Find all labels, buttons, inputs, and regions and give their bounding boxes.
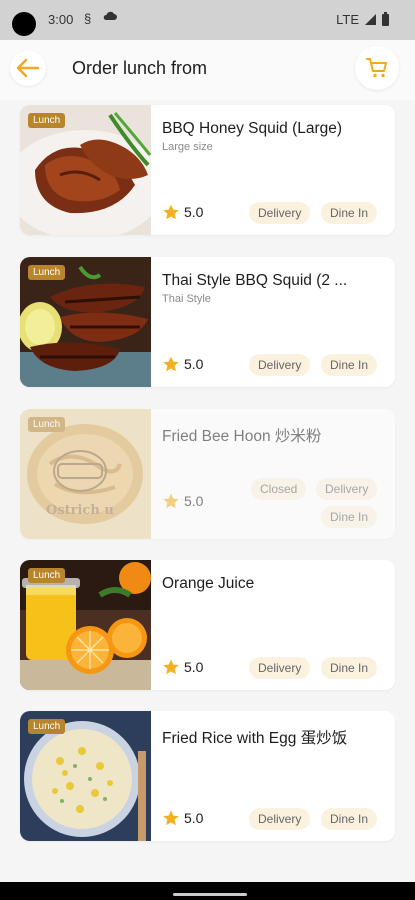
tag-dine-in: Dine In	[321, 202, 378, 224]
watermark-text: Ostrich u	[46, 503, 114, 518]
food-image: Lunch	[20, 105, 151, 235]
cart-icon	[366, 58, 387, 78]
status-right: LTE	[336, 11, 389, 27]
app-header: Order lunch from	[0, 40, 415, 100]
food-image: Lunch	[20, 257, 151, 387]
lunch-badge: Lunch	[28, 265, 66, 280]
food-image: Lunch	[20, 711, 151, 841]
lunch-badge: Lunch	[28, 417, 66, 432]
item-name: BBQ Honey Squid (Large)	[162, 120, 343, 137]
item-subtitle: Thai Style	[162, 293, 211, 305]
status-bar: 3:00 § LTE	[0, 0, 415, 40]
item-rating: 5.0	[162, 355, 203, 373]
item-subtitle: Large size	[162, 141, 213, 153]
tag-closed: Closed	[251, 478, 307, 500]
rating-value: 5.0	[184, 493, 204, 509]
lunch-badge: Lunch	[28, 719, 66, 734]
tag-dine-in: Dine In	[321, 506, 378, 528]
home-indicator[interactable]	[173, 893, 247, 896]
system-nav-bar	[0, 882, 415, 900]
tag-delivery: Delivery	[249, 657, 311, 679]
star-icon	[163, 810, 179, 826]
star-icon	[163, 356, 179, 372]
arrow-left-icon	[16, 58, 40, 78]
camera-cutout	[12, 12, 36, 36]
rating-value: 5.0	[184, 659, 204, 675]
item-name: Fried Rice with Egg 蛋炒饭	[162, 730, 348, 747]
lunch-badge: Lunch	[28, 113, 66, 128]
item-name: Orange Juice	[162, 575, 255, 592]
status-time: 3:00	[48, 12, 74, 27]
signal-icon	[365, 14, 376, 25]
page-title: Order lunch from	[72, 58, 208, 78]
menu-item-card[interactable]: Lunch BBQ Honey Squid (Large) Large size…	[20, 105, 395, 235]
tag-delivery: Delivery	[316, 478, 378, 500]
rating-value: 5.0	[184, 204, 204, 220]
sync-icon: §	[84, 11, 92, 26]
rating-value: 5.0	[184, 356, 204, 372]
back-button[interactable]	[10, 50, 46, 86]
menu-item-card[interactable]: Lunch Fried Rice with Egg 蛋炒饭 5.0 Delive…	[20, 711, 395, 841]
menu-item-card[interactable]: Lunch Orange Juice 5.0 Delivery Dine In	[20, 560, 395, 690]
item-rating: 5.0	[162, 809, 203, 827]
menu-item-card-closed[interactable]: Lunch Ostrich u Fried Bee Hoon 炒米粉 5.0 C…	[20, 409, 395, 539]
rating-value: 5.0	[184, 810, 204, 826]
item-name: Thai Style BBQ Squid (2 ...	[162, 272, 348, 289]
tag-delivery: Delivery	[249, 808, 311, 830]
network-label: LTE	[336, 12, 359, 27]
star-icon	[163, 204, 179, 220]
item-rating: 5.0	[162, 492, 203, 510]
tag-delivery: Delivery	[249, 202, 311, 224]
item-name: Fried Bee Hoon 炒米粉	[162, 428, 322, 445]
food-image: Lunch	[20, 560, 151, 690]
battery-icon	[382, 11, 389, 26]
tag-dine-in: Dine In	[321, 657, 378, 679]
item-rating: 5.0	[162, 658, 203, 676]
cart-button[interactable]	[355, 46, 399, 90]
tag-dine-in: Dine In	[321, 354, 378, 376]
star-icon	[163, 493, 179, 509]
menu-item-card[interactable]: Lunch Thai Style BBQ Squid (2 ... Thai S…	[20, 257, 395, 387]
item-rating: 5.0	[162, 203, 203, 221]
food-image: Lunch Ostrich u	[20, 409, 151, 539]
tag-dine-in: Dine In	[321, 808, 378, 830]
star-icon	[163, 659, 179, 675]
tag-delivery: Delivery	[249, 354, 311, 376]
cloud-icon	[103, 10, 117, 25]
lunch-badge: Lunch	[28, 568, 66, 583]
